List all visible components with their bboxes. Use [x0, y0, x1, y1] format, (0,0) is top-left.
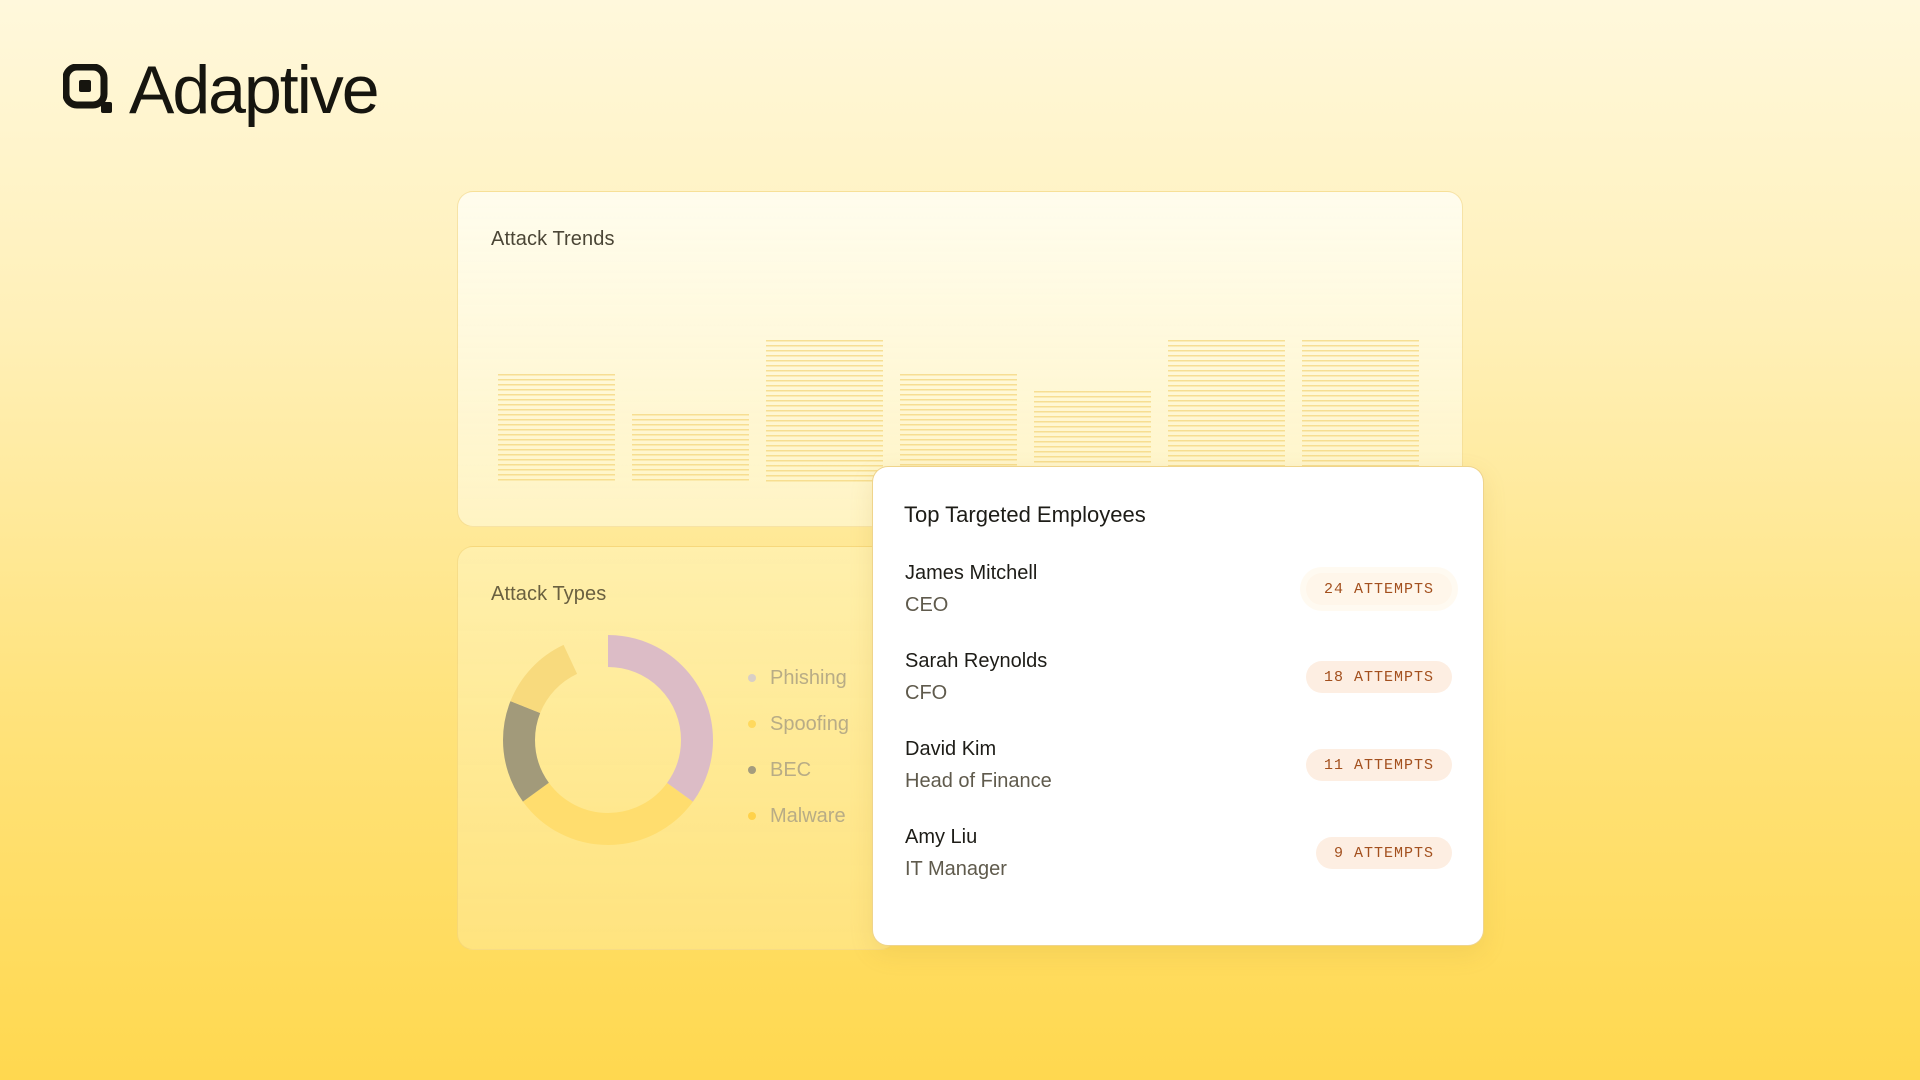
attack-types-card: Attack Types Phishing Spoofing BEC Malwa… — [457, 546, 897, 950]
employee-name: Amy Liu — [905, 826, 978, 848]
attack-types-donut — [503, 635, 713, 845]
attempts-badge: 9 ATTEMPTS — [1315, 837, 1452, 869]
employee-list: James Mitchell CEO 24 ATTEMPTS Sarah Rey… — [905, 562, 1452, 914]
legend-dot — [748, 812, 756, 820]
attempts-badge: 11 ATTEMPTS — [1305, 749, 1452, 781]
legend-item-malware: Malware — [748, 793, 849, 839]
trend-bar — [1168, 340, 1285, 484]
attack-types-title: Attack Types — [491, 583, 607, 605]
legend-label: Spoofing — [770, 712, 849, 735]
employee-role: Head of Finance — [905, 770, 1052, 792]
brand-logo: Adaptive — [63, 52, 380, 128]
trend-bar — [1302, 340, 1419, 484]
employee-role: IT Manager — [905, 858, 1007, 880]
employee-role: CEO — [905, 594, 949, 616]
legend-dot — [748, 720, 756, 728]
legend-item-spoofing: Spoofing — [748, 701, 849, 747]
list-item[interactable]: Amy Liu IT Manager 9 ATTEMPTS — [905, 826, 1452, 914]
legend-label: Phishing — [770, 666, 847, 689]
top-targeted-title: Top Targeted Employees — [904, 502, 1146, 527]
legend-dot — [748, 766, 756, 774]
top-targeted-employees-card: Top Targeted Employees James Mitchell CE… — [872, 466, 1484, 946]
legend-label: Malware — [770, 804, 846, 827]
employee-name: David Kim — [905, 738, 997, 760]
trend-bar — [498, 374, 615, 484]
trend-bar — [632, 414, 749, 484]
legend-label: BEC — [770, 758, 812, 781]
list-item[interactable]: James Mitchell CEO 24 ATTEMPTS — [905, 562, 1452, 650]
trend-bar — [766, 340, 883, 484]
legend-item-phishing: Phishing — [748, 655, 849, 701]
adaptive-logo-icon — [63, 64, 112, 113]
attack-trends-bars — [498, 294, 1428, 484]
legend-item-bec: BEC — [748, 747, 849, 793]
attempts-badge: 24 ATTEMPTS — [1305, 573, 1452, 605]
list-item[interactable]: Sarah Reynolds CFO 18 ATTEMPTS — [905, 650, 1452, 738]
attack-trends-title: Attack Trends — [491, 228, 615, 250]
employee-name: James Mitchell — [905, 562, 1038, 584]
list-item[interactable]: David Kim Head of Finance 11 ATTEMPTS — [905, 738, 1452, 826]
attack-types-legend: Phishing Spoofing BEC Malware — [748, 655, 849, 839]
attempts-badge: 18 ATTEMPTS — [1305, 661, 1452, 693]
legend-dot — [748, 674, 756, 682]
brand-name: Adaptive — [129, 52, 380, 128]
employee-name: Sarah Reynolds — [905, 650, 1048, 672]
employee-role: CFO — [905, 682, 948, 704]
